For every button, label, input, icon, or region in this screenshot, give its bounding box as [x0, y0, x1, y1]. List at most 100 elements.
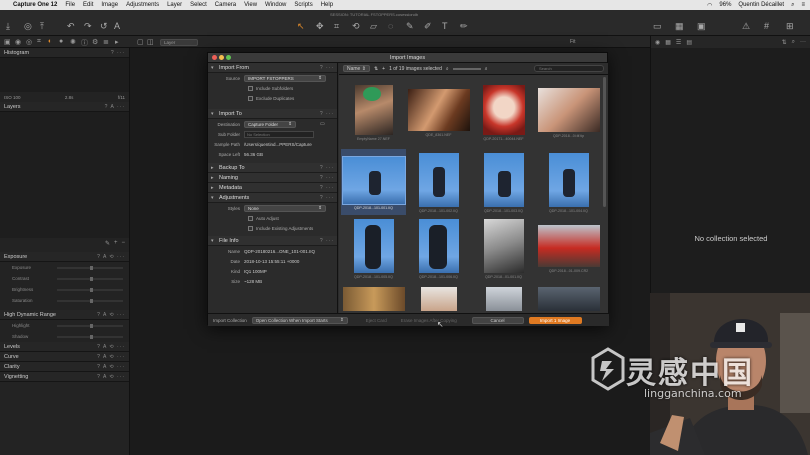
include-existing-checkbox[interactable]: [248, 225, 253, 231]
auto-adjust-row[interactable]: Auto Adjust: [208, 213, 337, 223]
panel-header-icons[interactable]: ? A ⟲ ···: [97, 354, 125, 360]
grid-view-icon[interactable]: ▦: [675, 21, 684, 32]
import-from-header[interactable]: ▾ Import From ? ···: [208, 63, 337, 73]
menu-file[interactable]: File: [65, 2, 75, 8]
auto-adjust-icon[interactable]: A: [114, 21, 120, 31]
vignetting-header[interactable]: Vignetting ? A ⟲ ···: [0, 372, 129, 382]
spot-tool-icon[interactable]: ◌: [388, 21, 393, 31]
layer-view-icon[interactable]: ◫: [147, 38, 154, 46]
layer-select[interactable]: Layer: [160, 39, 198, 46]
library-tab-icon[interactable]: ▣: [4, 38, 11, 46]
file-info-header[interactable]: ▾ File Info ? ···: [208, 236, 337, 246]
adjustments-header[interactable]: ▾ Adjustments ? ···: [208, 193, 337, 203]
slider-row[interactable]: Highlight: [0, 320, 129, 331]
slider-track[interactable]: [57, 323, 123, 328]
capture-icon[interactable]: ◎: [24, 21, 32, 32]
exclude-duplicates-checkbox[interactable]: [248, 95, 253, 101]
menu-edit[interactable]: Edit: [83, 2, 93, 8]
exposure-tab-icon[interactable]: ◐: [48, 38, 52, 45]
minus-icon[interactable]: −: [121, 240, 125, 246]
import-button[interactable]: Import 1 Image: [528, 316, 582, 324]
zoom-icon[interactable]: ⌕: [446, 66, 449, 72]
include-existing-row[interactable]: Include Existing Adjustments: [208, 223, 337, 233]
thumbnail[interactable]: QDE_8361.NEF: [406, 85, 471, 137]
metadata-header[interactable]: ▸ Metadata ? ···: [208, 183, 337, 193]
menu-camera[interactable]: Camera: [215, 2, 236, 8]
section-icons[interactable]: ? ···: [320, 238, 334, 244]
warning-icon[interactable]: ⚠: [742, 21, 750, 32]
thumbnail[interactable]: QDP-2018...01-001.IIQ: [471, 219, 536, 279]
undo-icon[interactable]: ↶: [67, 21, 75, 32]
erase-images-button[interactable]: Erase Images After Copying: [401, 318, 457, 323]
chevron-right-icon[interactable]: ▸: [211, 185, 219, 191]
auto-adjust-checkbox[interactable]: [248, 215, 253, 221]
histogram-header[interactable]: Histogram ? ···: [0, 48, 129, 58]
subfolder-input[interactable]: No Selection: [244, 130, 314, 138]
guides-icon[interactable]: ⊞: [786, 21, 794, 32]
battery-text[interactable]: 96%: [719, 2, 731, 8]
annotate-tool-icon[interactable]: ✏: [460, 21, 468, 32]
export-icon[interactable]: ⤒: [40, 21, 44, 32]
single-view-icon[interactable]: ▢: [137, 38, 144, 46]
search-icon[interactable]: ⌕: [791, 2, 794, 9]
backup-to-header[interactable]: ▸ Backup To ? ···: [208, 163, 337, 173]
section-icons[interactable]: ? ···: [320, 111, 334, 117]
menu-select[interactable]: Select: [190, 2, 207, 8]
folder-picker-icon[interactable]: ▭: [320, 121, 325, 127]
slider-row[interactable]: Brightness: [0, 284, 129, 295]
thumbnail[interactable]: QDP-2018...101-003.IIQ: [471, 153, 536, 213]
user-name[interactable]: Quentin Décaillet: [738, 2, 784, 8]
thumbnail[interactable]: QDP-20171...40044.NEF: [471, 85, 536, 141]
batch-tab-icon[interactable]: ≣: [103, 38, 109, 46]
capture-tab-icon[interactable]: ◉: [15, 38, 21, 46]
menu-list-icon[interactable]: ≡: [801, 2, 805, 8]
close-icon[interactable]: [212, 55, 217, 60]
import-icon[interactable]: ⤓: [6, 21, 10, 32]
slider-row[interactable]: Saturation: [0, 295, 129, 306]
naming-header[interactable]: ▸ Naming ? ···: [208, 173, 337, 183]
curve-header[interactable]: Curve ? A ⟲ ···: [0, 352, 129, 362]
menu-app-name[interactable]: Capture One 12: [13, 2, 57, 8]
thumb-size-slider[interactable]: [452, 67, 481, 70]
section-icons[interactable]: ? ···: [320, 175, 334, 181]
destination-select[interactable]: Capture Folder ⇕: [244, 120, 296, 128]
menu-view[interactable]: View: [244, 2, 257, 8]
filmstrip-icon[interactable]: ▤: [686, 39, 692, 46]
grid-icon[interactable]: ▦: [665, 39, 671, 46]
levels-header[interactable]: Levels ? A ⟲ ···: [0, 342, 129, 352]
proof-icon[interactable]: ▣: [697, 21, 706, 32]
panel-header-icons[interactable]: ? A ⟲ ···: [97, 312, 125, 318]
import-collection-select[interactable]: Open Collection When Import Starts ⇕: [251, 316, 348, 324]
layers-header[interactable]: Layers ? A ···: [0, 102, 129, 112]
pan-tool-icon[interactable]: ✥: [316, 21, 324, 32]
plus-icon[interactable]: +: [114, 240, 118, 246]
rotate-tool-icon[interactable]: ⟲: [352, 21, 360, 32]
clarity-header[interactable]: Clarity ? A ⟲ ···: [0, 362, 129, 372]
eject-card-button[interactable]: Eject Card: [366, 318, 387, 323]
thumbnail[interactable]: QDP-2018...0i.tif.tip: [536, 85, 601, 138]
slider-row[interactable]: Exposure: [0, 262, 129, 273]
thumbnail-selected[interactable]: QDP-2018...101-001.IIQ: [341, 149, 406, 215]
search-icon[interactable]: ⌕: [792, 39, 795, 46]
chevron-down-icon[interactable]: ▾: [211, 65, 219, 71]
thumbnail[interactable]: QDP-2018...01-009.CR2: [536, 219, 601, 273]
zoom-in-icon[interactable]: ⌕: [485, 66, 488, 72]
list-icon[interactable]: ☰: [676, 39, 681, 46]
grid-scrollbar[interactable]: [603, 77, 606, 207]
exposure-header[interactable]: Exposure ? A ⟲ ···: [0, 252, 129, 262]
slider-track[interactable]: [57, 298, 123, 303]
search-input[interactable]: Search: [534, 65, 604, 72]
keystone-tool-icon[interactable]: ▱: [370, 21, 377, 32]
include-subfolders-row[interactable]: Include Subfolders: [208, 83, 337, 93]
crop-tab-icon[interactable]: ⌗: [37, 38, 41, 46]
thumbnail[interactable]: QDP-2018...101-005.IIQ: [341, 219, 406, 279]
panel-header-icons[interactable]: ? A ⟲ ···: [97, 344, 125, 350]
metadata-tab-icon[interactable]: ⓘ: [81, 38, 88, 48]
brush-tool-icon[interactable]: ✎: [406, 21, 414, 32]
zoom-fit-label[interactable]: Fit: [570, 39, 576, 45]
chevron-down-icon[interactable]: ▾: [211, 111, 219, 117]
brush-icon[interactable]: ✎: [105, 240, 110, 247]
slider-row[interactable]: Shadow: [0, 331, 129, 342]
thumbnail[interactable]: EmptyName 27.NEF: [341, 85, 406, 141]
panel-header-icons[interactable]: ? A ⟲ ···: [97, 254, 125, 260]
